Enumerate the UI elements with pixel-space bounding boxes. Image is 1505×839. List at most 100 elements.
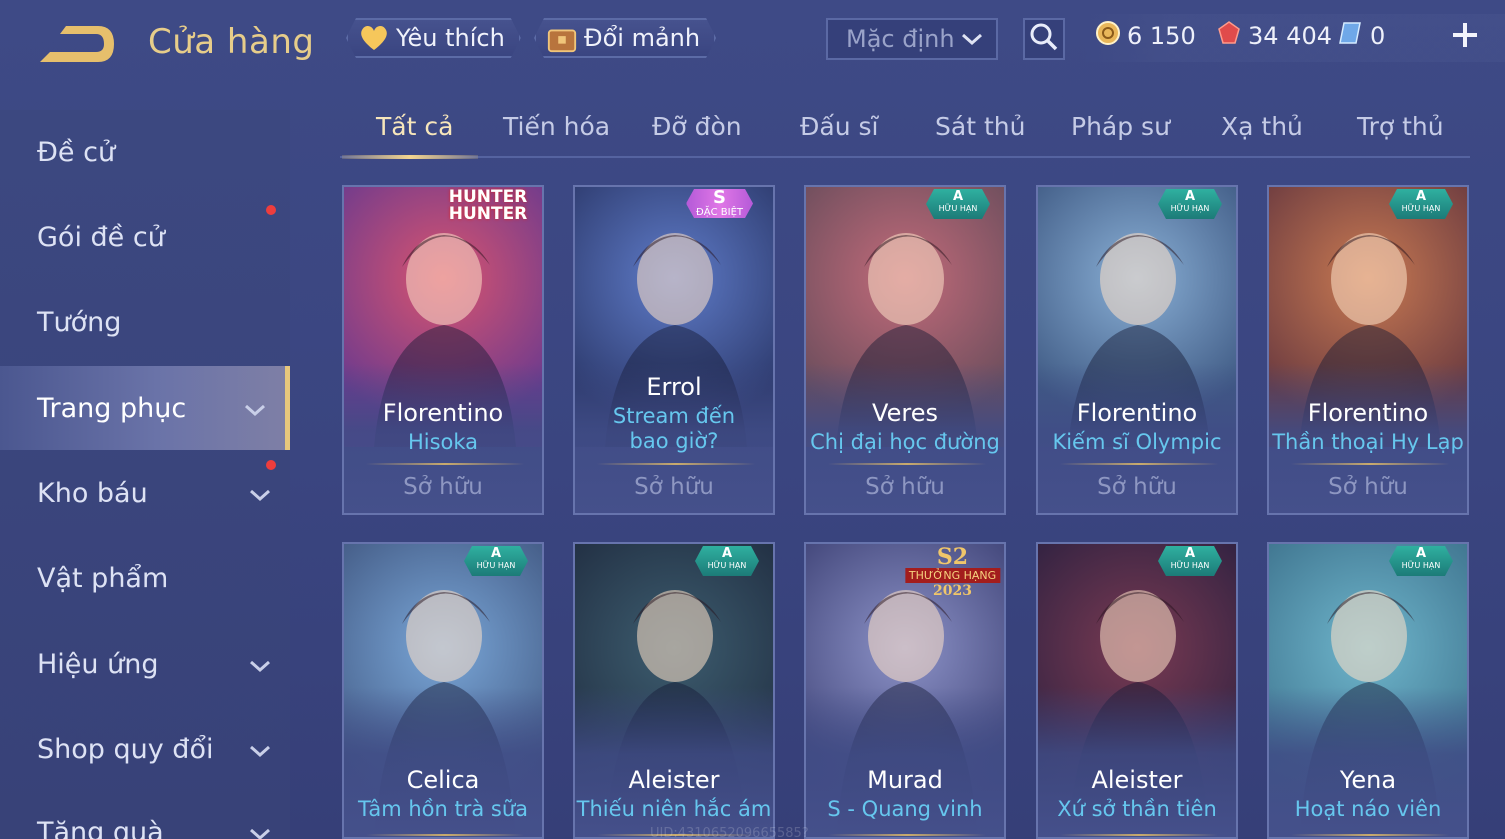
badge-subtext: HỮU HẠN: [1401, 561, 1441, 570]
favorite-label: Yêu thích: [396, 24, 505, 52]
sidebar-item-label: Hiệu ứng: [37, 648, 159, 680]
chevron-down-icon: [248, 652, 272, 683]
sort-selected-value: Mặc định: [846, 25, 955, 53]
tab-label: Sát thủ: [935, 112, 1026, 141]
watermark-text: UID:431065209665585?: [650, 826, 809, 839]
limited-tier-badge: A HỮU HẠN: [1158, 189, 1222, 223]
gold-coin-icon: [1095, 20, 1121, 52]
badge-subtext: HỮU HẠN: [476, 561, 516, 570]
sidebar-item-gifts[interactable]: Tặng quà: [0, 790, 290, 839]
owned-status: Sở hữu: [634, 474, 714, 500]
card-divider: [1060, 834, 1218, 836]
sort-dropdown[interactable]: Mặc định: [826, 18, 998, 60]
sidebar-item-effects[interactable]: Hiệu ứng: [0, 622, 290, 706]
owned-status: Sở hữu: [403, 474, 483, 500]
back-arrow-icon[interactable]: [36, 22, 116, 66]
skin-card[interactable]: A HỮU HẠN Veres Chị đại học đường Sở hữu: [804, 185, 1006, 515]
ruby-currency: 34 404: [1216, 20, 1332, 52]
exchange-label: Đổi mảnh: [584, 24, 701, 52]
sidebar-item-items[interactable]: Vật phẩm: [0, 536, 290, 620]
notification-dot: [266, 460, 276, 470]
page-title: Cửa hàng: [148, 22, 315, 62]
badge-text: A: [1415, 546, 1427, 561]
exchange-fragments-button[interactable]: Đổi mảnh: [534, 18, 716, 58]
sidebar-item-exchange-shop[interactable]: Shop quy đổi: [0, 707, 290, 791]
hero-name: Errol: [646, 373, 702, 401]
role-tabs: Tất cả Tiến hóa Đỡ đòn Đấu sĩ Sát thủ Ph…: [340, 100, 1470, 159]
card-divider: [366, 463, 524, 465]
search-button[interactable]: [1023, 18, 1065, 60]
owned-status: Sở hữu: [865, 474, 945, 500]
skin-card[interactable]: A HỮU HẠN Florentino Thần thoại Hy Lạp Sở hữ…: [1267, 185, 1469, 515]
sidebar-item-recommended[interactable]: Đề cử: [0, 110, 290, 194]
skin-card[interactable]: S ĐẶC BIỆT Errol Stream đến bao giờ? Sở hữu: [573, 185, 775, 515]
skin-name: Hoạt náo viên: [1294, 797, 1442, 821]
card-divider: [1060, 463, 1218, 465]
skin-name: Stream đến bao giờ?: [612, 404, 736, 453]
skin-card[interactable]: A HỮU HẠN Aleister Thiếu niên hắc ám: [573, 542, 775, 839]
badge-text: S: [713, 187, 727, 208]
heart-icon: [358, 22, 390, 54]
special-tier-badge: S ĐẶC BIỆT: [686, 189, 753, 218]
chevron-down-icon: [248, 481, 272, 512]
add-currency-icon[interactable]: [1448, 18, 1482, 52]
card-divider: [597, 463, 755, 465]
skin-card[interactable]: S2 THƯỞNG HẠNG 2023 Murad S - Quang vinh: [804, 542, 1006, 839]
tab-label: Tiến hóa: [503, 112, 611, 141]
tab-mage[interactable]: Pháp sư: [1071, 112, 1170, 141]
sidebar-item-label: Gói đề cử: [37, 221, 165, 253]
skin-card[interactable]: A HỮU HẠN Celica Tâm hồn trà sữa: [342, 542, 544, 839]
skin-name: Thiếu niên hắc ám: [576, 797, 772, 821]
badge-text: A: [490, 546, 502, 561]
voucher-amount: 0: [1370, 22, 1386, 50]
sidebar-item-label: Tướng: [37, 306, 122, 338]
tab-fighter[interactable]: Đấu sĩ: [800, 112, 878, 141]
sidebar-item-heroes[interactable]: Tướng: [0, 280, 290, 364]
badge-subtext: HỮU HẠN: [1170, 204, 1210, 213]
skin-name: Thần thoại Hy Lạp: [1272, 430, 1464, 454]
collab-logo-badge: HUNTER HUNTER: [436, 189, 540, 223]
chevron-down-icon: [243, 396, 267, 427]
owned-status: Sở hữu: [1097, 474, 1177, 500]
card-divider: [828, 834, 986, 836]
card-divider: [366, 834, 524, 836]
skin-card[interactable]: HUNTER HUNTER Florentino Hisoka Sở hữu: [342, 185, 544, 515]
chevron-down-icon: [248, 820, 272, 839]
sidebar-item-skins[interactable]: Trang phục: [0, 366, 290, 450]
tab-label: Đấu sĩ: [800, 112, 879, 141]
sidebar-item-recommended-packs[interactable]: Gói đề cử: [0, 195, 290, 279]
search-icon: [1029, 22, 1059, 56]
hero-name: Florentino: [382, 399, 504, 427]
skin-name: S - Quang vinh: [827, 797, 983, 821]
ruby-icon: [1216, 20, 1242, 52]
limited-tier-badge: A HỮU HẠN: [695, 546, 759, 580]
badge-subtext: HỮU HẠN: [938, 204, 978, 213]
card-divider: [1291, 463, 1449, 465]
active-tab-indicator: [342, 155, 478, 159]
tab-label: Tất cả: [376, 112, 454, 141]
tab-tank[interactable]: Đỡ đòn: [652, 112, 742, 141]
hero-name: Veres: [872, 399, 938, 427]
voucher-currency: 0: [1338, 20, 1385, 52]
sidebar-item-label: Trang phục: [37, 392, 187, 424]
tab-label: Trợ thủ: [1357, 112, 1444, 141]
badge-text: S2: [936, 544, 969, 570]
voucher-icon: [1338, 20, 1364, 52]
tab-label: Xạ thủ: [1221, 112, 1303, 141]
card-divider: [828, 463, 986, 465]
sidebar-item-label: Đề cử: [37, 136, 116, 168]
tab-evolution[interactable]: Tiến hóa: [503, 112, 610, 141]
tab-all[interactable]: Tất cả: [376, 112, 453, 141]
badge-text: A: [1184, 546, 1196, 561]
sidebar-item-treasure[interactable]: Kho báu: [0, 451, 290, 535]
skin-card[interactable]: A HỮU HẠN Yena Hoạt náo viên: [1267, 542, 1469, 839]
sidebar: Đề cử Gói đề cử Tướng Trang phục Kho báu…: [0, 110, 290, 839]
favorite-button[interactable]: Yêu thích: [346, 18, 521, 58]
tab-support[interactable]: Trợ thủ: [1357, 112, 1444, 141]
owned-status: Sở hữu: [1328, 474, 1408, 500]
top-bar: Cửa hàng Yêu thích Đổi mảnh Mặc định 6 1…: [0, 0, 1505, 80]
tab-marksman[interactable]: Xạ thủ: [1221, 112, 1303, 141]
tab-assassin[interactable]: Sát thủ: [935, 112, 1025, 141]
skin-card[interactable]: A HỮU HẠN Aleister Xứ sở thần tiên: [1036, 542, 1238, 839]
skin-card[interactable]: A HỮU HẠN Florentino Kiếm sĩ Olympic Sở hữu: [1036, 185, 1238, 515]
